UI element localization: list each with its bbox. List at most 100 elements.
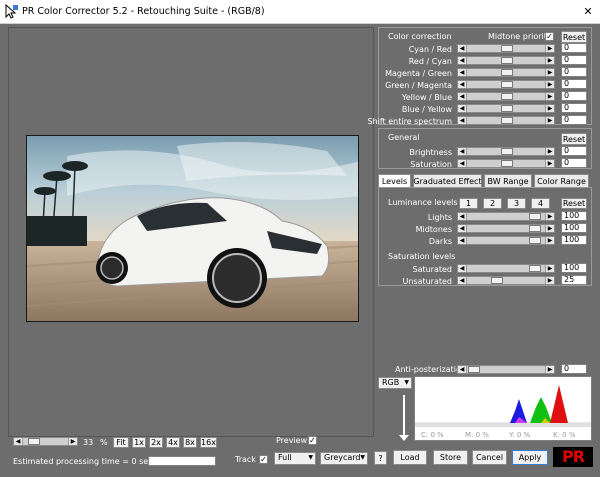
right-arrow-icon[interactable]: ▶ [545,160,554,167]
saturation-value-1[interactable]: 25 [561,275,587,285]
cc-slider-1[interactable]: ◀ ▶ [457,56,555,65]
tab-levels[interactable]: Levels [378,174,411,188]
left-arrow-icon[interactable]: ◀ [458,117,467,124]
left-arrow-icon[interactable]: ◀ [458,105,467,112]
cc-value-6[interactable]: 0 [561,115,587,125]
cancel-button[interactable]: Cancel [472,450,507,465]
cc-slider-0[interactable]: ◀ ▶ [457,44,555,53]
help-button[interactable]: ? [374,451,387,465]
slider-thumb[interactable] [501,45,513,52]
left-arrow-icon[interactable]: ◀ [458,237,467,244]
right-arrow-icon[interactable]: ▶ [545,57,554,64]
cc-value-0[interactable]: 0 [561,43,587,53]
cc-slider-4[interactable]: ◀ ▶ [457,92,555,101]
right-arrow-icon[interactable]: ▶ [545,277,554,284]
right-arrow-icon[interactable]: ▶ [545,237,554,244]
track-checkbox[interactable]: ✓ [259,455,268,464]
histogram-channel-select[interactable]: RGB ▼ [378,377,412,389]
left-arrow-icon[interactable]: ◀ [458,57,467,64]
slider-thumb[interactable] [529,213,541,220]
channel-4-button[interactable]: 4 [531,198,550,209]
slider-thumb[interactable] [529,265,541,272]
slider-thumb[interactable] [501,117,513,124]
cc-value-2[interactable]: 0 [561,67,587,77]
left-arrow-icon[interactable]: ◀ [458,160,467,167]
zoom-1x-button[interactable]: 1x [132,437,146,448]
left-arrow-icon[interactable]: ◀ [458,225,467,232]
left-arrow-icon[interactable]: ◀ [458,265,467,272]
left-arrow-icon[interactable]: ◀ [458,69,467,76]
tab-graduated-effect[interactable]: Graduated Effect [413,174,482,188]
general-slider-1[interactable]: ◀ ▶ [457,159,555,168]
greycard-select[interactable]: Greycard ▼ [320,452,368,465]
right-arrow-icon[interactable]: ▶ [545,366,554,373]
slider-thumb[interactable] [501,148,513,155]
luminance-value-0[interactable]: 100 [561,211,587,221]
left-arrow-icon[interactable]: ◀ [458,81,467,88]
zoom-slider-thumb[interactable] [28,438,40,445]
store-button[interactable]: Store [433,450,468,465]
anti-posterization-slider[interactable]: ◀ ▶ [457,365,555,374]
cc-value-5[interactable]: 0 [561,103,587,113]
slider-thumb[interactable] [501,69,513,76]
left-arrow-icon[interactable]: ◀ [14,438,23,445]
right-arrow-icon[interactable]: ▶ [545,105,554,112]
right-arrow-icon[interactable]: ▶ [68,438,77,445]
cc-value-4[interactable]: 0 [561,91,587,101]
zoom-16x-button[interactable]: 16x [200,437,217,448]
color-correction-reset-button[interactable]: Reset [561,31,587,43]
luminance-slider-0[interactable]: ◀ ▶ [457,212,555,221]
anti-posterization-value[interactable]: 0 [561,364,587,374]
left-arrow-icon[interactable]: ◀ [458,45,467,52]
luminance-slider-1[interactable]: ◀ ▶ [457,224,555,233]
saturation-value-0[interactable]: 100 [561,263,587,273]
zoom-8x-button[interactable]: 8x [183,437,197,448]
right-arrow-icon[interactable]: ▶ [545,45,554,52]
left-arrow-icon[interactable]: ◀ [458,93,467,100]
luminance-value-2[interactable]: 100 [561,235,587,245]
cc-slider-3[interactable]: ◀ ▶ [457,80,555,89]
general-value-0[interactable]: 0 [561,146,587,156]
tab-color-range[interactable]: Color Range [534,174,589,188]
right-arrow-icon[interactable]: ▶ [545,81,554,88]
zoom-slider[interactable]: ◀ ▶ [13,437,78,446]
close-icon[interactable]: ✕ [582,5,594,18]
cc-value-1[interactable]: 0 [561,55,587,65]
slider-thumb[interactable] [491,277,503,284]
left-arrow-icon[interactable]: ◀ [458,277,467,284]
channel-1-button[interactable]: 1 [459,198,478,209]
left-arrow-icon[interactable]: ◀ [458,213,467,220]
saturation-slider-0[interactable]: ◀ ▶ [457,264,555,273]
left-arrow-icon[interactable]: ◀ [458,366,467,373]
luminance-value-1[interactable]: 100 [561,223,587,233]
channel-3-button[interactable]: 3 [507,198,526,209]
slider-thumb[interactable] [501,81,513,88]
histogram-level-slider[interactable] [398,395,410,441]
tab-bw-range[interactable]: BW Range [484,174,532,188]
cc-slider-5[interactable]: ◀ ▶ [457,104,555,113]
general-slider-0[interactable]: ◀ ▶ [457,147,555,156]
slider-thumb[interactable] [529,237,541,244]
zoom-2x-button[interactable]: 2x [149,437,163,448]
cc-value-3[interactable]: 0 [561,79,587,89]
cc-slider-2[interactable]: ◀ ▶ [457,68,555,77]
channel-2-button[interactable]: 2 [483,198,502,209]
right-arrow-icon[interactable]: ▶ [545,117,554,124]
right-arrow-icon[interactable]: ▶ [545,225,554,232]
apply-button[interactable]: Apply [512,450,548,465]
general-value-1[interactable]: 0 [561,158,587,168]
left-arrow-icon[interactable]: ◀ [458,148,467,155]
slider-thumb[interactable] [468,366,480,373]
right-arrow-icon[interactable]: ▶ [545,265,554,272]
zoom-4x-button[interactable]: 4x [166,437,180,448]
right-arrow-icon[interactable]: ▶ [545,93,554,100]
mode-select[interactable]: Full ▼ [274,452,316,465]
right-arrow-icon[interactable]: ▶ [545,148,554,155]
slider-thumb[interactable] [501,93,513,100]
general-reset-button[interactable]: Reset [561,133,587,145]
saturation-slider-1[interactable]: ◀ ▶ [457,276,555,285]
slider-thumb[interactable] [501,57,513,64]
preview-checkbox[interactable]: ✓ [308,436,317,445]
levels-reset-button[interactable]: Reset [561,198,587,209]
right-arrow-icon[interactable]: ▶ [545,213,554,220]
